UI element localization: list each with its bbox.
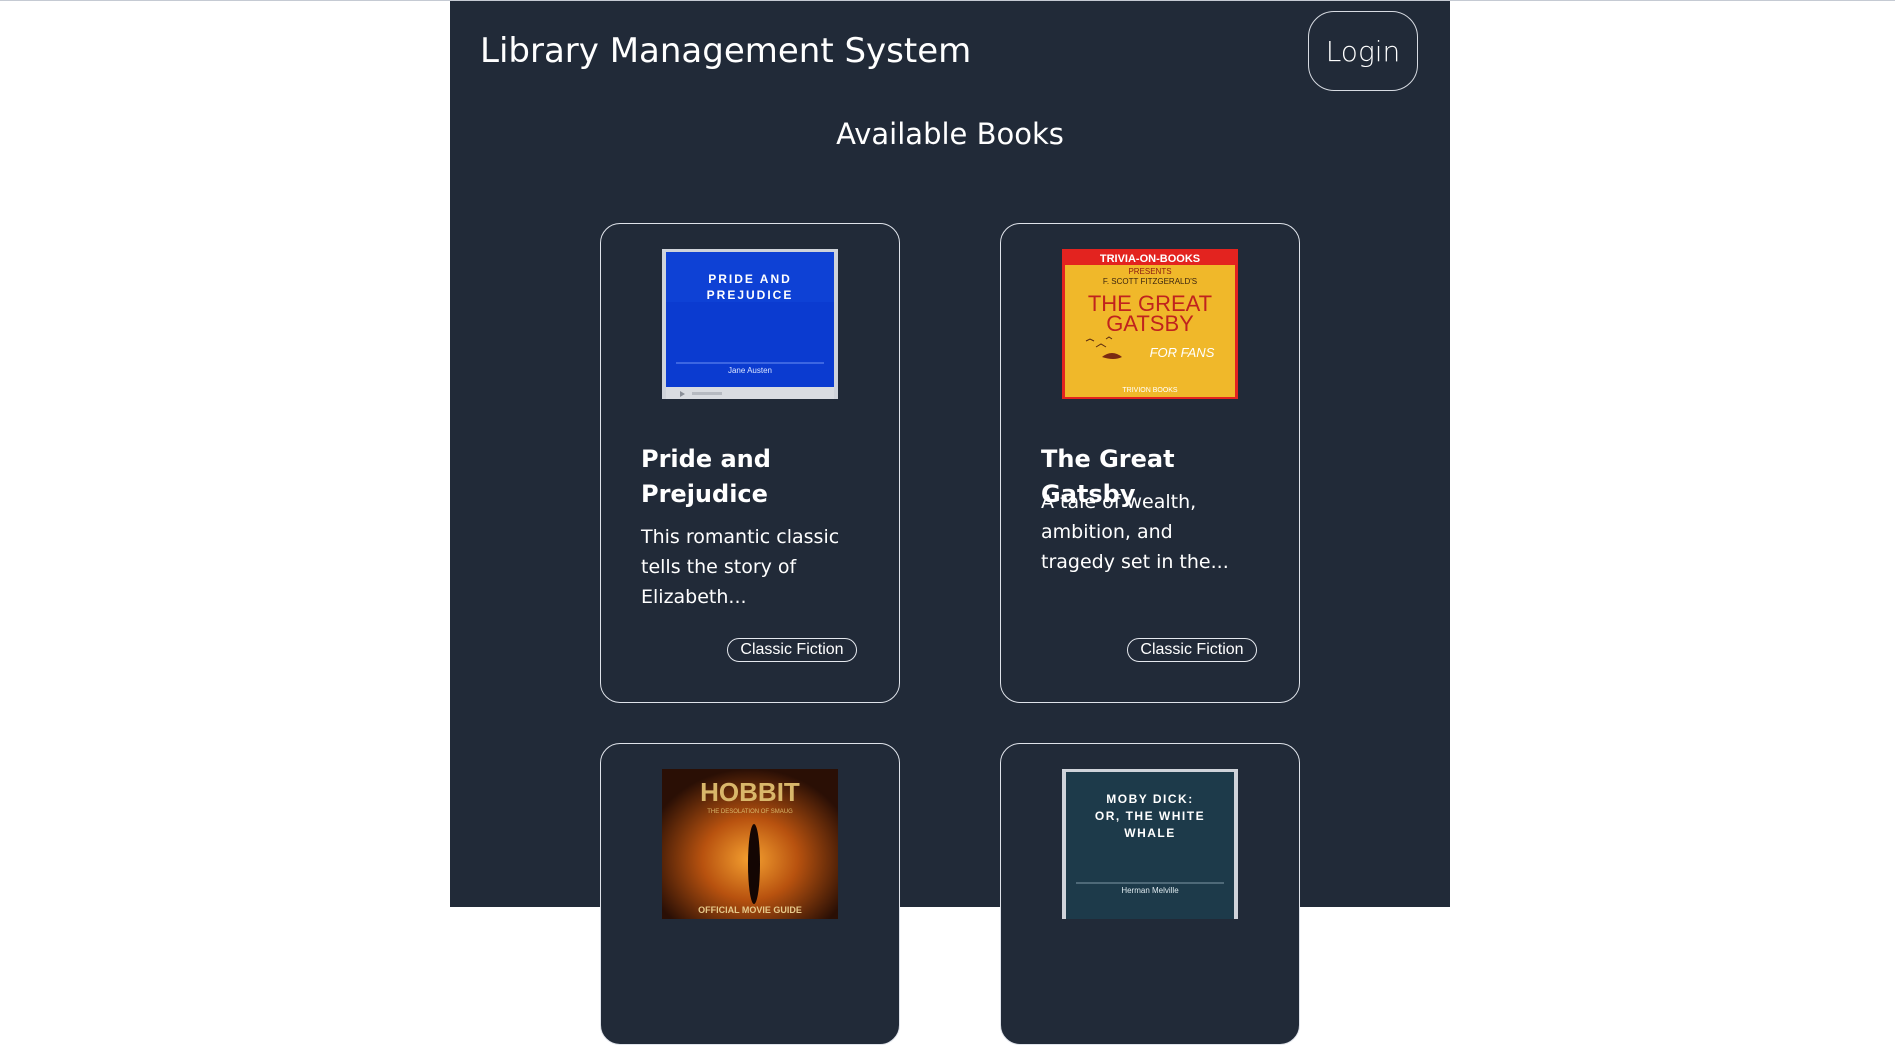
app-container: Library Management System Login Availabl… [450,1,1450,1045]
cover-title-line2: OR, THE WHITE [1095,809,1205,823]
genre-badge: Classic Fiction [727,638,857,662]
cover-subtitle: THE DESOLATION OF SMAUG [707,809,793,815]
book-card[interactable]: PRIDE AND PREJUDICE Jane Austen Pride an… [600,223,900,703]
cover-author: Herman Melville [1121,886,1179,895]
genre-badge: Classic Fiction [1127,638,1257,662]
pride-and-prejudice-cover: PRIDE AND PREJUDICE Jane Austen [662,249,838,399]
cover-title-line1: PRIDE AND [708,272,792,286]
book-title: Pride and Prejudice [641,445,771,508]
book-card[interactable]: HOBBIT THE DESOLATION OF SMAUG OFFICIAL … [600,743,900,1045]
hobbit-cover: HOBBIT THE DESOLATION OF SMAUG OFFICIAL … [662,769,838,919]
page-title: Available Books [836,117,1064,151]
great-gatsby-cover: TRIVIA-ON-BOOKS PRESENTS F. SCOTT FITZGE… [1062,249,1238,399]
cover-title-line2: PREJUDICE [707,288,794,302]
book-cover-image: PRIDE AND PREJUDICE Jane Austen [662,249,838,399]
book-cover-image: TRIVIA-ON-BOOKS PRESENTS F. SCOTT FITZGE… [1062,249,1238,399]
cover-title: HOBBIT [700,777,800,807]
book-description: A tale of wealth, ambition, and tragedy … [1041,491,1229,573]
moby-dick-cover: MOBY DICK: OR, THE WHITE WHALE Herman Me… [1062,769,1238,919]
cover-title-line1: MOBY DICK: [1106,792,1193,806]
cover-publisher: TRIVION BOOKS [1122,387,1178,394]
cover-presents: PRESENTS [1128,267,1171,276]
book-cover-image: MOBY DICK: OR, THE WHITE WHALE Herman Me… [1062,769,1238,919]
cover-author: F. SCOTT FITZGERALD'S [1103,277,1197,286]
cover-author: Jane Austen [728,366,772,375]
cover-tagline: FOR FANS [1150,345,1215,360]
site-title: Library Management System [480,31,972,71]
cover-title-line3: WHALE [1124,826,1176,840]
cover-title-line2: GATSBY [1106,311,1194,336]
book-description: This romantic classic tells the story of… [641,526,840,608]
book-card[interactable]: MOBY DICK: OR, THE WHITE WHALE Herman Me… [1000,743,1300,1045]
login-button[interactable]: Login [1308,11,1418,91]
cover-banner: TRIVIA-ON-BOOKS [1100,253,1200,265]
book-cover-image: HOBBIT THE DESOLATION OF SMAUG OFFICIAL … [662,769,838,919]
book-card[interactable]: TRIVIA-ON-BOOKS PRESENTS F. SCOTT FITZGE… [1000,223,1300,703]
